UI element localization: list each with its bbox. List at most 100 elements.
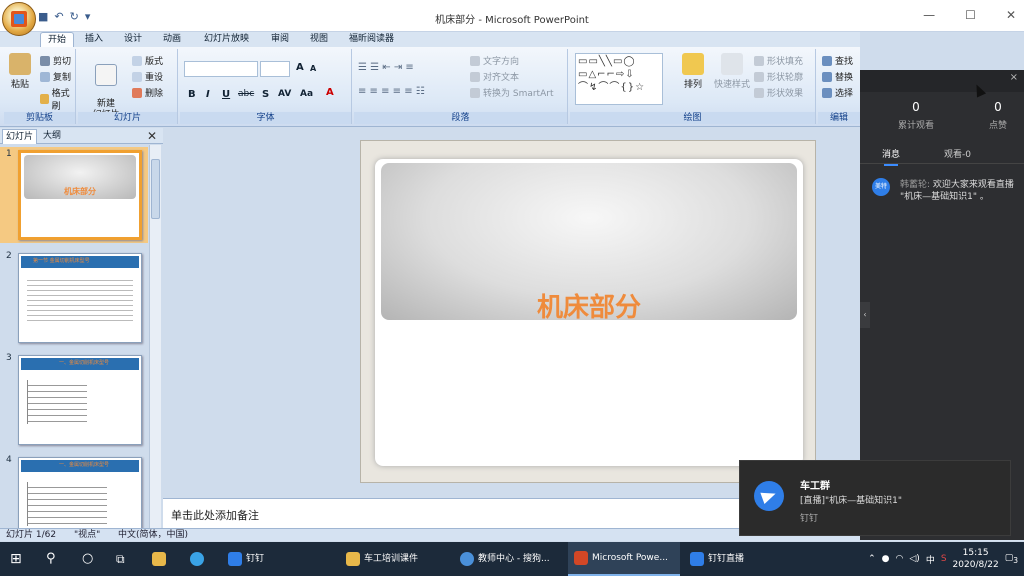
select-button[interactable]: 选择 bbox=[822, 86, 853, 99]
new-slide-button[interactable]: 新建 幻灯片 bbox=[88, 53, 124, 121]
copy-button[interactable]: 复制 bbox=[40, 70, 71, 83]
underline-button[interactable]: U bbox=[222, 89, 230, 100]
taskbar-item-folder[interactable]: 车工培训课件 bbox=[340, 542, 450, 576]
pane-close-icon[interactable]: ✕ bbox=[147, 129, 157, 143]
notification-center-icon[interactable]: ▢3 bbox=[1005, 553, 1018, 565]
current-slide[interactable]: 机床部分 bbox=[375, 159, 803, 466]
cut-button[interactable]: 剪切 bbox=[40, 54, 71, 67]
thumbnail-preview: 第一节 金属切削机床型号 bbox=[18, 253, 142, 343]
align-buttons[interactable]: ≡ ≡ ≡ ≡ ≡ ☷ bbox=[358, 86, 425, 97]
taskbar-item-dingtalk[interactable]: 钉钉 bbox=[222, 542, 322, 576]
shapes-gallery[interactable]: ▭▭╲╲▭◯ ▭△⌐⌐⇨⇩ ⌒↯⌒⌒{}☆ bbox=[575, 53, 663, 105]
panel-collapse-icon[interactable]: ‹ bbox=[860, 302, 870, 328]
toast-app: 钉钉 bbox=[800, 514, 819, 524]
group-paragraph: ☰ ☰ ⇤ ⇥ ≡ ≡ ≡ ≡ ≡ ≡ ☷ 文字方向 对齐文本 转换为 Smar… bbox=[354, 49, 568, 124]
folder-icon bbox=[346, 552, 360, 566]
delete-icon bbox=[132, 87, 142, 98]
tab-outline-pane[interactable]: 大纲 bbox=[40, 129, 64, 144]
thumbnail-number: 4 bbox=[6, 455, 12, 465]
start-button[interactable]: ⊞ bbox=[10, 542, 22, 576]
delete-slide-button[interactable]: 删除 bbox=[132, 86, 163, 99]
taskbar-item-powerpoint[interactable]: Microsoft Powe... bbox=[568, 542, 680, 576]
strikethrough-button[interactable]: abc bbox=[238, 89, 254, 99]
system-clock[interactable]: 15:15 2020/8/22 bbox=[953, 547, 999, 571]
cortana-icon[interactable]: ○ bbox=[82, 542, 93, 576]
thumbnail-slide-1[interactable]: 1 机床部分 bbox=[0, 147, 148, 243]
thumbnail-number: 2 bbox=[6, 251, 12, 261]
live-close-icon[interactable]: × bbox=[1010, 72, 1018, 83]
stat-likes: 0 点赞 bbox=[978, 100, 1018, 131]
format-painter-button[interactable]: 格式刷 bbox=[40, 86, 75, 112]
sogou-browser-icon bbox=[460, 552, 474, 566]
shrink-font-button[interactable]: A bbox=[310, 64, 316, 73]
minimize-button[interactable]: — bbox=[923, 8, 935, 22]
tab-animation[interactable]: 动画 bbox=[156, 32, 188, 47]
paste-button[interactable]: 粘贴 bbox=[8, 53, 32, 90]
tab-viewers[interactable]: 观看-0 bbox=[944, 147, 971, 160]
ime-indicator[interactable]: 中 bbox=[926, 553, 935, 566]
volume-icon[interactable]: ◁) bbox=[909, 554, 919, 564]
office-button[interactable] bbox=[2, 2, 36, 36]
tab-view[interactable]: 视图 bbox=[303, 32, 335, 47]
close-button[interactable]: ✕ bbox=[1006, 8, 1016, 22]
network-icon[interactable]: ◠ bbox=[896, 554, 904, 564]
taskbar-item-browser[interactable]: 教师中心 - 搜狗... bbox=[454, 542, 564, 576]
notification-toast[interactable]: 车工群 [直播]"机床—基础知识1" 钉钉 bbox=[739, 460, 1011, 536]
reset-button[interactable]: 重设 bbox=[132, 70, 163, 83]
thumbnail-number: 1 bbox=[6, 149, 12, 159]
shape-effects-button[interactable]: 形状效果 bbox=[754, 86, 803, 99]
change-case-button[interactable]: Aa bbox=[300, 89, 313, 99]
group-clipboard: 粘贴 剪切 复制 格式刷 剪贴板 bbox=[4, 49, 76, 124]
grow-font-button[interactable]: A bbox=[296, 62, 304, 73]
italic-button[interactable]: I bbox=[206, 89, 210, 100]
tab-design[interactable]: 设计 bbox=[117, 32, 149, 47]
message-body: 韩蓄轮: 欢迎大家来观看直播 "机床—基础知识1" 。 bbox=[900, 179, 1022, 203]
tab-messages[interactable]: 消息 bbox=[882, 147, 900, 166]
shape-fill-button[interactable]: 形状填充 bbox=[754, 54, 803, 67]
shadow-button[interactable]: S bbox=[262, 89, 269, 100]
file-explorer-icon[interactable] bbox=[152, 542, 166, 576]
align-text-button[interactable]: 对齐文本 bbox=[470, 70, 519, 83]
taskbar-item-dingtalk-live[interactable]: 钉钉直播 bbox=[684, 542, 790, 576]
tab-slides-pane[interactable]: 幻灯片 bbox=[2, 129, 38, 144]
tab-home[interactable]: 开始 bbox=[40, 32, 75, 47]
tray-app-icon[interactable]: ● bbox=[882, 554, 890, 564]
smartart-button[interactable]: 转换为 SmartArt bbox=[470, 86, 553, 99]
live-panel-header: × bbox=[860, 70, 1024, 92]
thumbnail-scrollbar[interactable] bbox=[149, 145, 161, 528]
notification-count: 3 bbox=[1013, 555, 1018, 565]
task-view-icon[interactable]: ⧉ bbox=[116, 542, 125, 576]
arrange-button[interactable]: 排列 bbox=[678, 53, 708, 90]
slide-title[interactable]: 机床部分 bbox=[375, 287, 803, 324]
avatar: 美特 bbox=[872, 178, 890, 196]
font-color-button[interactable]: A bbox=[326, 87, 334, 98]
thumbnail-preview: 机床部分 bbox=[18, 150, 142, 240]
shape-outline-button[interactable]: 形状轮廓 bbox=[754, 70, 803, 83]
system-tray: ⌃ ● ◠ ◁) 中 S 15:15 2020/8/22 ▢3 bbox=[868, 542, 1024, 576]
char-spacing-button[interactable]: AV bbox=[278, 89, 291, 99]
powerpoint-logo-icon bbox=[11, 11, 27, 27]
search-icon[interactable]: ⚲ bbox=[46, 542, 56, 576]
tray-chevron-icon[interactable]: ⌃ bbox=[868, 554, 876, 564]
list-buttons[interactable]: ☰ ☰ ⇤ ⇥ ≡ bbox=[358, 62, 414, 73]
quick-styles-button[interactable]: 快速样式 bbox=[710, 53, 754, 90]
status-language: 中文(简体，中国) bbox=[118, 530, 189, 540]
layout-button[interactable]: 版式 bbox=[132, 54, 163, 67]
maximize-button[interactable]: ☐ bbox=[965, 8, 976, 22]
replace-button[interactable]: 替换 bbox=[822, 70, 853, 83]
tab-insert[interactable]: 插入 bbox=[78, 32, 110, 47]
arrange-icon bbox=[682, 53, 704, 75]
scrollbar-thumb[interactable] bbox=[151, 159, 160, 219]
find-button[interactable]: 查找 bbox=[822, 54, 853, 67]
slides-pane: 幻灯片 大纲 ✕ 1 机床部分 2 第一节 金属切削机床型号 3 一、金属切削机… bbox=[0, 128, 163, 528]
text-direction-button[interactable]: 文字方向 bbox=[470, 54, 519, 67]
font-name-combo[interactable] bbox=[184, 61, 258, 77]
edge-icon[interactable] bbox=[190, 542, 204, 576]
font-size-combo[interactable] bbox=[260, 61, 290, 77]
tab-review[interactable]: 审阅 bbox=[264, 32, 296, 47]
text-direction-icon bbox=[470, 55, 480, 66]
tab-slideshow[interactable]: 幻灯片放映 bbox=[197, 32, 256, 47]
bold-button[interactable]: B bbox=[188, 89, 196, 100]
sogou-ime-icon[interactable]: S bbox=[941, 554, 947, 564]
tab-foxit[interactable]: 福昕阅读器 bbox=[342, 32, 401, 47]
